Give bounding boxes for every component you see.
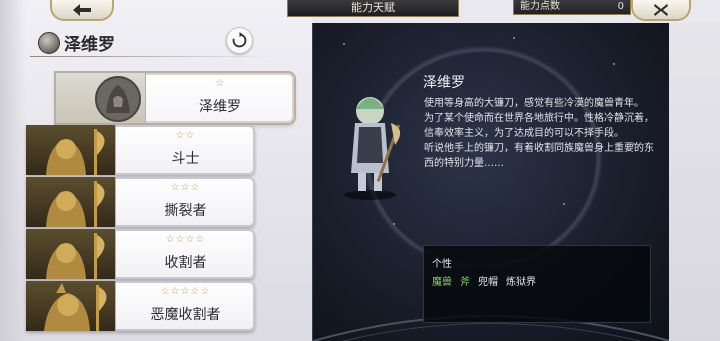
character-name: 泽维罗 (64, 35, 115, 55)
description-line-1: 使用等身高的大镰刀，感觉有些冷漠的魔兽青年。 (424, 98, 644, 109)
trait-item: 魔兽 (432, 277, 452, 288)
job-name-2: 斗士 (171, 151, 200, 167)
job-portrait-1 (56, 73, 146, 123)
description-line-3: 听说他手上的镰刀，有着收割同族魔兽身上重要的东西的特别力量…… (424, 143, 654, 169)
trait-item: 斧 (460, 277, 470, 288)
back-button[interactable] (50, 0, 114, 21)
job-card-5[interactable]: ☆☆☆☆☆ 恶魔收割者 (26, 281, 255, 331)
trait-box: 个性 魔兽 斧 兜帽 炼狱界 (423, 245, 651, 323)
job-stars-3: ☆☆☆ (170, 182, 201, 193)
description-line-2: 为了某个使命而在世界各地旅行中。性格冷静沉着，信奉效率主义，为了达成目的可以不择… (424, 113, 654, 139)
job-card-1[interactable]: ☆ 泽维罗 (56, 73, 294, 123)
job-portrait-4 (26, 229, 116, 279)
detail-panel: 泽维罗 使用等身高的大镰刀，感觉有些冷漠的魔兽青年。 为了某个使命而在世界各地旅… (312, 23, 669, 341)
detail-character-name: 泽维罗 (423, 75, 465, 91)
job-portrait-2 (26, 125, 116, 175)
ability-points-display: 能力点数 0 (513, 0, 631, 15)
job-portrait-3 (26, 177, 116, 227)
job-name-3: 撕裂者 (164, 203, 207, 219)
refresh-button[interactable] (226, 27, 253, 54)
character-header: 泽维罗 (38, 30, 115, 55)
close-button[interactable] (631, 0, 691, 21)
trait-item: 兜帽 (478, 277, 498, 288)
trait-item: 炼狱界 (506, 277, 536, 288)
job-stars-5: ☆☆☆☆☆ (160, 286, 211, 297)
job-name-1: 泽维罗 (199, 99, 241, 115)
job-name-4: 收割者 (164, 255, 207, 271)
close-x-icon (654, 3, 668, 16)
job-card-4[interactable]: ☆☆☆☆ 收割者 (26, 229, 255, 279)
job-name-5: 恶魔收割者 (150, 307, 221, 323)
refresh-icon (232, 32, 247, 48)
back-arrow-icon (73, 3, 91, 16)
job-stars-2: ☆☆ (175, 130, 196, 141)
header-divider (30, 56, 275, 57)
trait-title: 个性 (432, 259, 452, 270)
character-emblem-icon (38, 31, 60, 54)
screen-title: 能力天赋 (287, 0, 459, 17)
job-card-3[interactable]: ☆☆☆ 撕裂者 (26, 177, 255, 227)
ability-points-value: 0 (617, 1, 624, 12)
character-description: 使用等身高的大镰刀，感觉有些冷漠的魔兽青年。 为了某个使命而在世界各地旅行中。性… (424, 96, 659, 171)
job-stars-1: ☆ (215, 78, 225, 89)
job-card-2[interactable]: ☆☆ 斗士 (26, 125, 255, 175)
ability-points-label: 能力点数 (520, 1, 560, 12)
character-sprite (344, 97, 401, 200)
right-background-strip (669, 23, 720, 341)
trait-list: 魔兽 斧 兜帽 炼狱界 (432, 273, 536, 288)
job-stars-4: ☆☆☆☆ (165, 234, 206, 245)
job-portrait-5 (26, 281, 116, 331)
